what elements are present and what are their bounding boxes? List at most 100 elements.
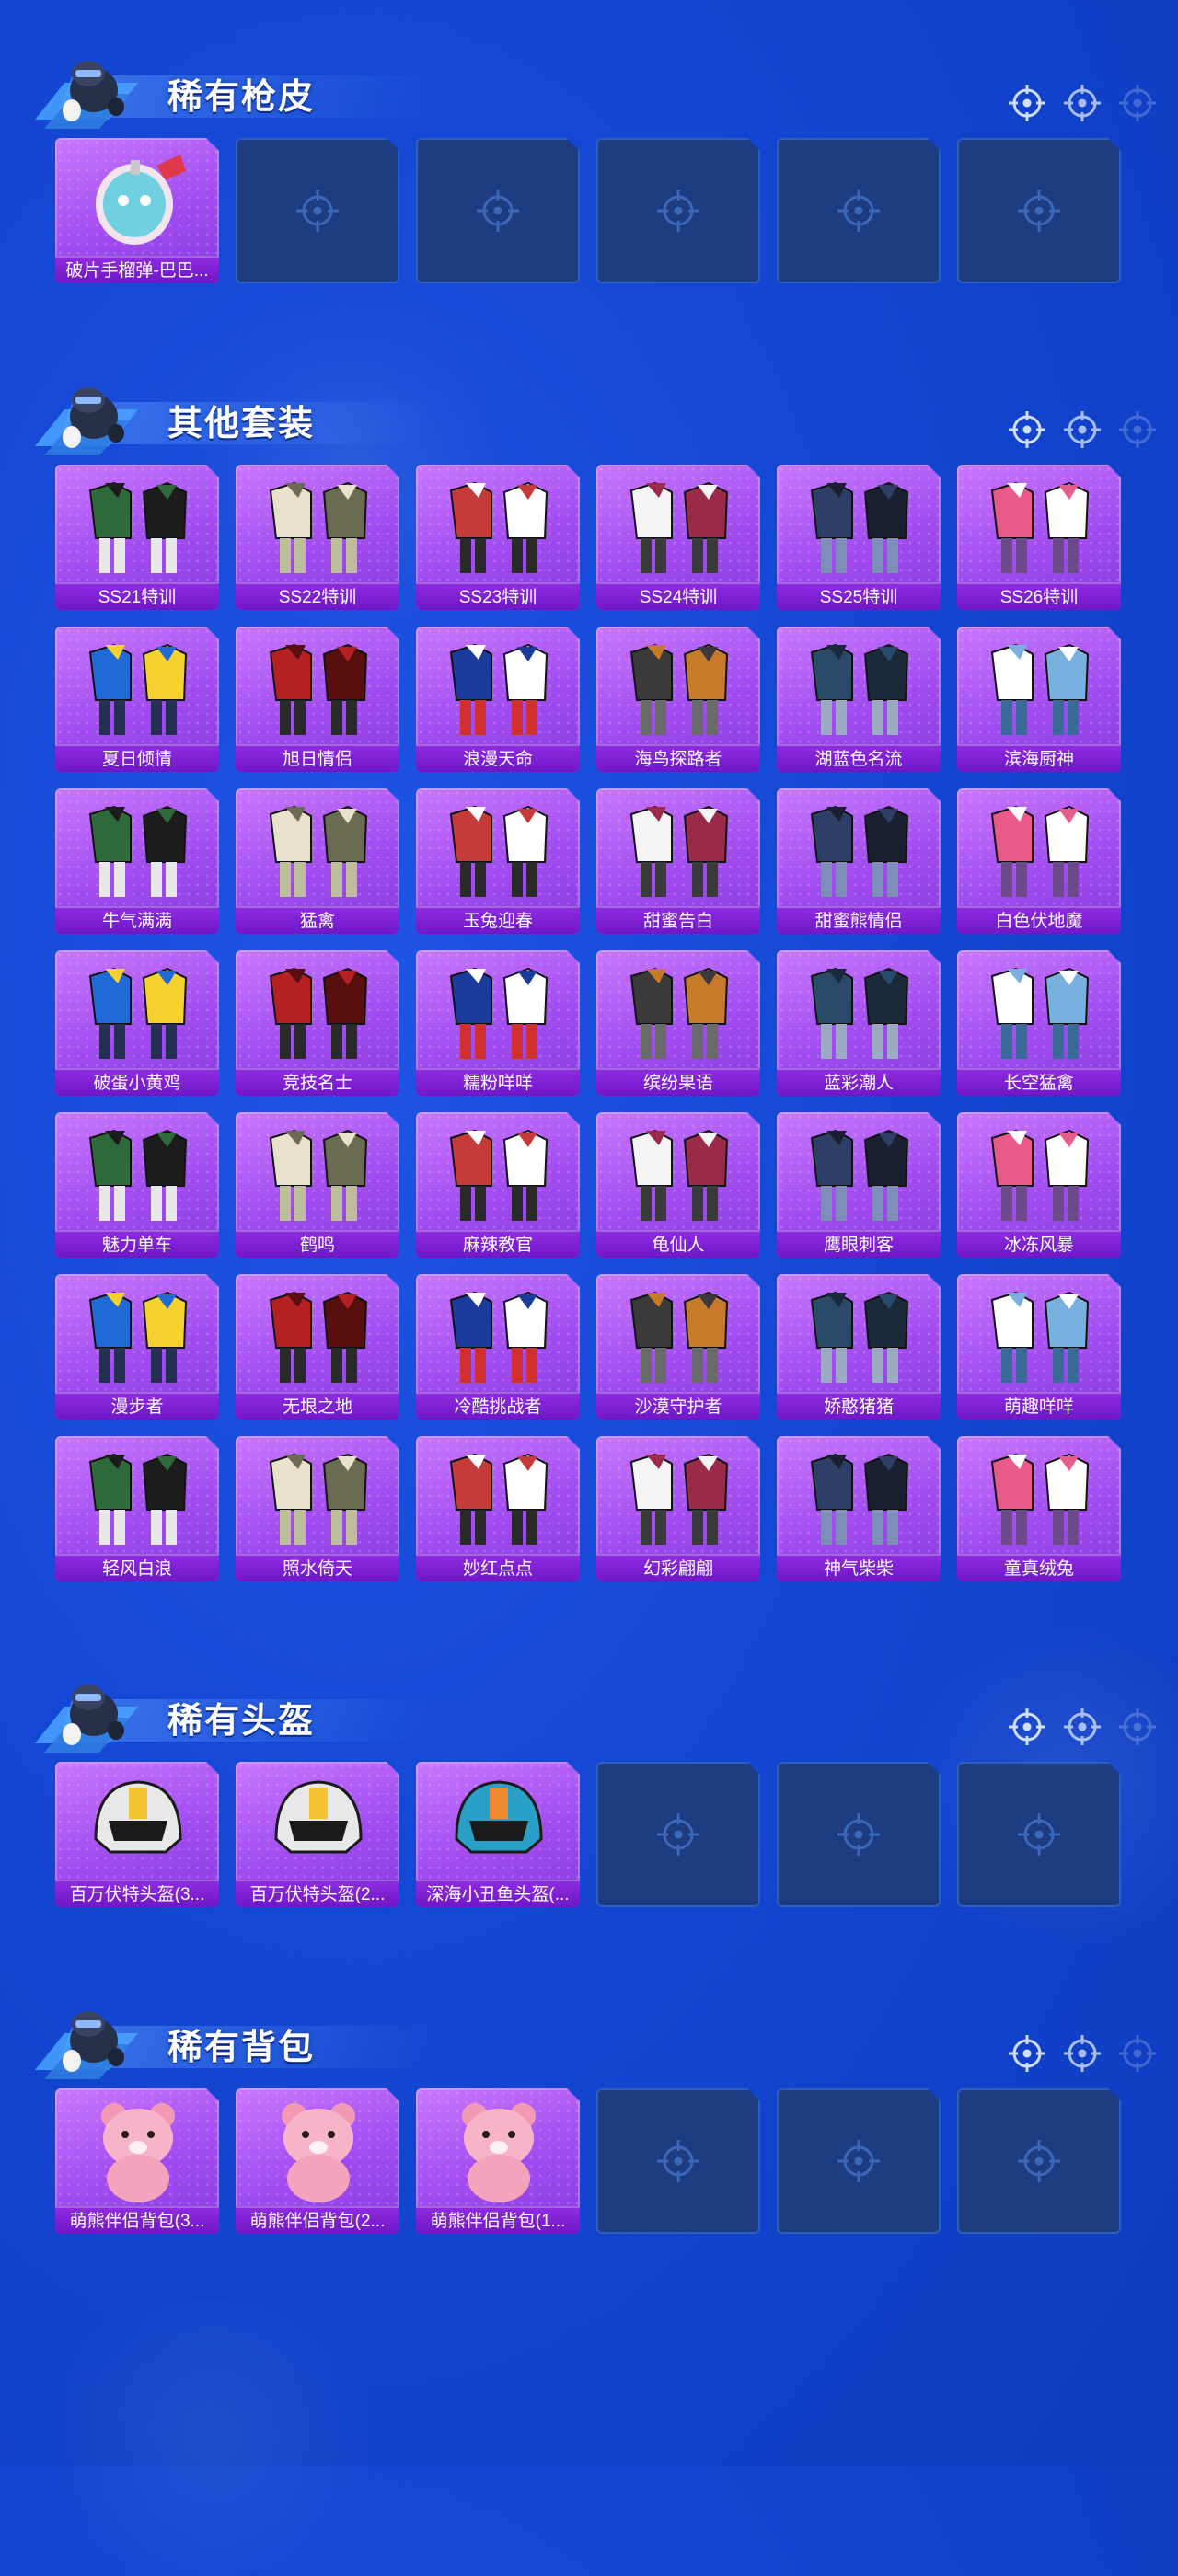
item-card[interactable]: 破蛋小黄鸡 xyxy=(55,950,219,1096)
item-card[interactable]: 长空猛禽 xyxy=(957,950,1121,1096)
outfit-icon xyxy=(799,1442,918,1552)
item-name-label: SS22特训 xyxy=(236,582,399,610)
item-card[interactable]: SS22特训 xyxy=(236,465,399,610)
item-card[interactable]: SS23特训 xyxy=(416,465,580,610)
outfit-icon xyxy=(979,1442,1099,1552)
outfit-icon xyxy=(77,1118,197,1228)
item-name-label: 破蛋小黄鸡 xyxy=(55,1068,219,1096)
item-card[interactable]: 萌趣咩咩 xyxy=(957,1274,1121,1420)
item-card[interactable]: 鹰眼刺客 xyxy=(777,1112,941,1258)
item-card[interactable]: 魅力单车 xyxy=(55,1112,219,1258)
item-card[interactable]: 甜蜜熊情侣 xyxy=(777,788,941,934)
item-card[interactable]: 牛气满满 xyxy=(55,788,219,934)
item-name-label: 竞技名士 xyxy=(236,1068,399,1096)
item-card[interactable]: 猛禽 xyxy=(236,788,399,934)
item-name-label: 滨海厨神 xyxy=(957,744,1121,772)
outfit-icon xyxy=(618,794,738,904)
item-card[interactable]: 幻彩翩翩 xyxy=(596,1436,760,1581)
item-card[interactable]: 漫步者 xyxy=(55,1274,219,1420)
item-card[interactable]: SS25特训 xyxy=(777,465,941,610)
empty-item-slot xyxy=(957,2088,1121,2234)
item-name-label: 甜蜜告白 xyxy=(596,906,760,934)
item-card[interactable]: 白色伏地魔 xyxy=(957,788,1121,934)
outfit-icon xyxy=(77,1280,197,1390)
crosshair-decoration xyxy=(966,409,1156,450)
item-name-label: 妙红点点 xyxy=(416,1554,580,1581)
item-card[interactable]: 轻风白浪 xyxy=(55,1436,219,1581)
empty-item-slot xyxy=(236,138,399,283)
item-card[interactable]: 娇憨猪猪 xyxy=(777,1274,941,1420)
crosshair-icon xyxy=(1007,83,1047,123)
crosshair-icon xyxy=(294,188,341,234)
item-name-label: 沙漠守护者 xyxy=(596,1392,760,1420)
item-name-label: 缤纷果语 xyxy=(596,1068,760,1096)
item-name-label: 蓝彩潮人 xyxy=(777,1068,941,1096)
item-card[interactable]: 萌熊伴侣背包(3... xyxy=(55,2088,219,2234)
crosshair-icon xyxy=(1062,83,1103,123)
section-title: 稀有枪皮 xyxy=(167,78,316,117)
crosshair-icon xyxy=(655,1811,701,1857)
item-card[interactable]: 百万伏特头盔(3... xyxy=(55,1762,219,1907)
item-name-label: 童真绒兔 xyxy=(957,1554,1121,1581)
section-title: 稀有头盔 xyxy=(167,1702,316,1741)
crosshair-icon xyxy=(1007,1707,1047,1747)
section-header: 其他套装 xyxy=(28,373,1156,474)
item-card[interactable]: 萌熊伴侣背包(1... xyxy=(416,2088,580,2234)
item-card[interactable]: 玉兔迎春 xyxy=(416,788,580,934)
item-card[interactable]: 夏日倾情 xyxy=(55,627,219,772)
item-card[interactable]: 缤纷果语 xyxy=(596,950,760,1096)
item-name-label: 龟仙人 xyxy=(596,1230,760,1258)
item-name-label: 漫步者 xyxy=(55,1392,219,1420)
item-card[interactable]: 海鸟探路者 xyxy=(596,627,760,772)
item-card[interactable]: 鹤鸣 xyxy=(236,1112,399,1258)
item-card[interactable]: 甜蜜告白 xyxy=(596,788,760,934)
item-card[interactable]: 照水倚天 xyxy=(236,1436,399,1581)
outfit-icon xyxy=(618,1442,738,1552)
item-card[interactable]: 童真绒兔 xyxy=(957,1436,1121,1581)
crosshair-decoration xyxy=(966,2033,1156,2074)
outfit-icon xyxy=(979,470,1099,581)
item-card[interactable]: 糯粉咩咩 xyxy=(416,950,580,1096)
item-card[interactable]: 湖蓝色名流 xyxy=(777,627,941,772)
item-card[interactable]: 冰冻风暴 xyxy=(957,1112,1121,1258)
item-card[interactable]: 妙红点点 xyxy=(416,1436,580,1581)
item-card[interactable]: 浪漫天命 xyxy=(416,627,580,772)
item-name-label: 湖蓝色名流 xyxy=(777,744,941,772)
item-name-label: 冰冻风暴 xyxy=(957,1230,1121,1258)
item-card[interactable]: 沙漠守护者 xyxy=(596,1274,760,1420)
empty-item-slot xyxy=(596,138,760,283)
item-card[interactable]: 破片手榴弹-巴巴... xyxy=(55,138,219,283)
item-card[interactable]: 滨海厨神 xyxy=(957,627,1121,772)
item-name-label: 糯粉咩咩 xyxy=(416,1068,580,1096)
item-name-label: 神气柴柴 xyxy=(777,1554,941,1581)
item-name-label: 幻彩翩翩 xyxy=(596,1554,760,1581)
parachute-mascot-icon xyxy=(28,1670,156,1771)
item-name-label: 牛气满满 xyxy=(55,906,219,934)
outfit-icon xyxy=(438,632,558,742)
item-card[interactable]: 萌熊伴侣背包(2... xyxy=(236,2088,399,2234)
item-card[interactable]: 龟仙人 xyxy=(596,1112,760,1258)
crosshair-icon xyxy=(1062,2033,1103,2074)
item-name-label: 轻风白浪 xyxy=(55,1554,219,1581)
item-card[interactable]: 旭日情侣 xyxy=(236,627,399,772)
outfit-icon xyxy=(979,956,1099,1066)
item-card[interactable]: 无垠之地 xyxy=(236,1274,399,1420)
outfit-icon xyxy=(77,470,197,581)
item-card[interactable]: 麻辣教官 xyxy=(416,1112,580,1258)
item-card[interactable]: 冷酷挑战者 xyxy=(416,1274,580,1420)
item-name-label: 玉兔迎春 xyxy=(416,906,580,934)
empty-item-slot xyxy=(777,1762,941,1907)
crosshair-icon xyxy=(1062,1707,1103,1747)
item-card[interactable]: SS24特训 xyxy=(596,465,760,610)
item-card[interactable]: SS26特训 xyxy=(957,465,1121,610)
outfit-icon xyxy=(799,956,918,1066)
item-card[interactable]: 神气柴柴 xyxy=(777,1436,941,1581)
empty-item-slot xyxy=(957,1762,1121,1907)
item-card[interactable]: 蓝彩潮人 xyxy=(777,950,941,1096)
item-card[interactable]: 百万伏特头盔(2... xyxy=(236,1762,399,1907)
item-card[interactable]: 竞技名士 xyxy=(236,950,399,1096)
helmet-icon xyxy=(258,1767,377,1878)
item-card[interactable]: SS21特训 xyxy=(55,465,219,610)
outfit-icon xyxy=(979,1280,1099,1390)
item-card[interactable]: 深海小丑鱼头盔(... xyxy=(416,1762,580,1907)
